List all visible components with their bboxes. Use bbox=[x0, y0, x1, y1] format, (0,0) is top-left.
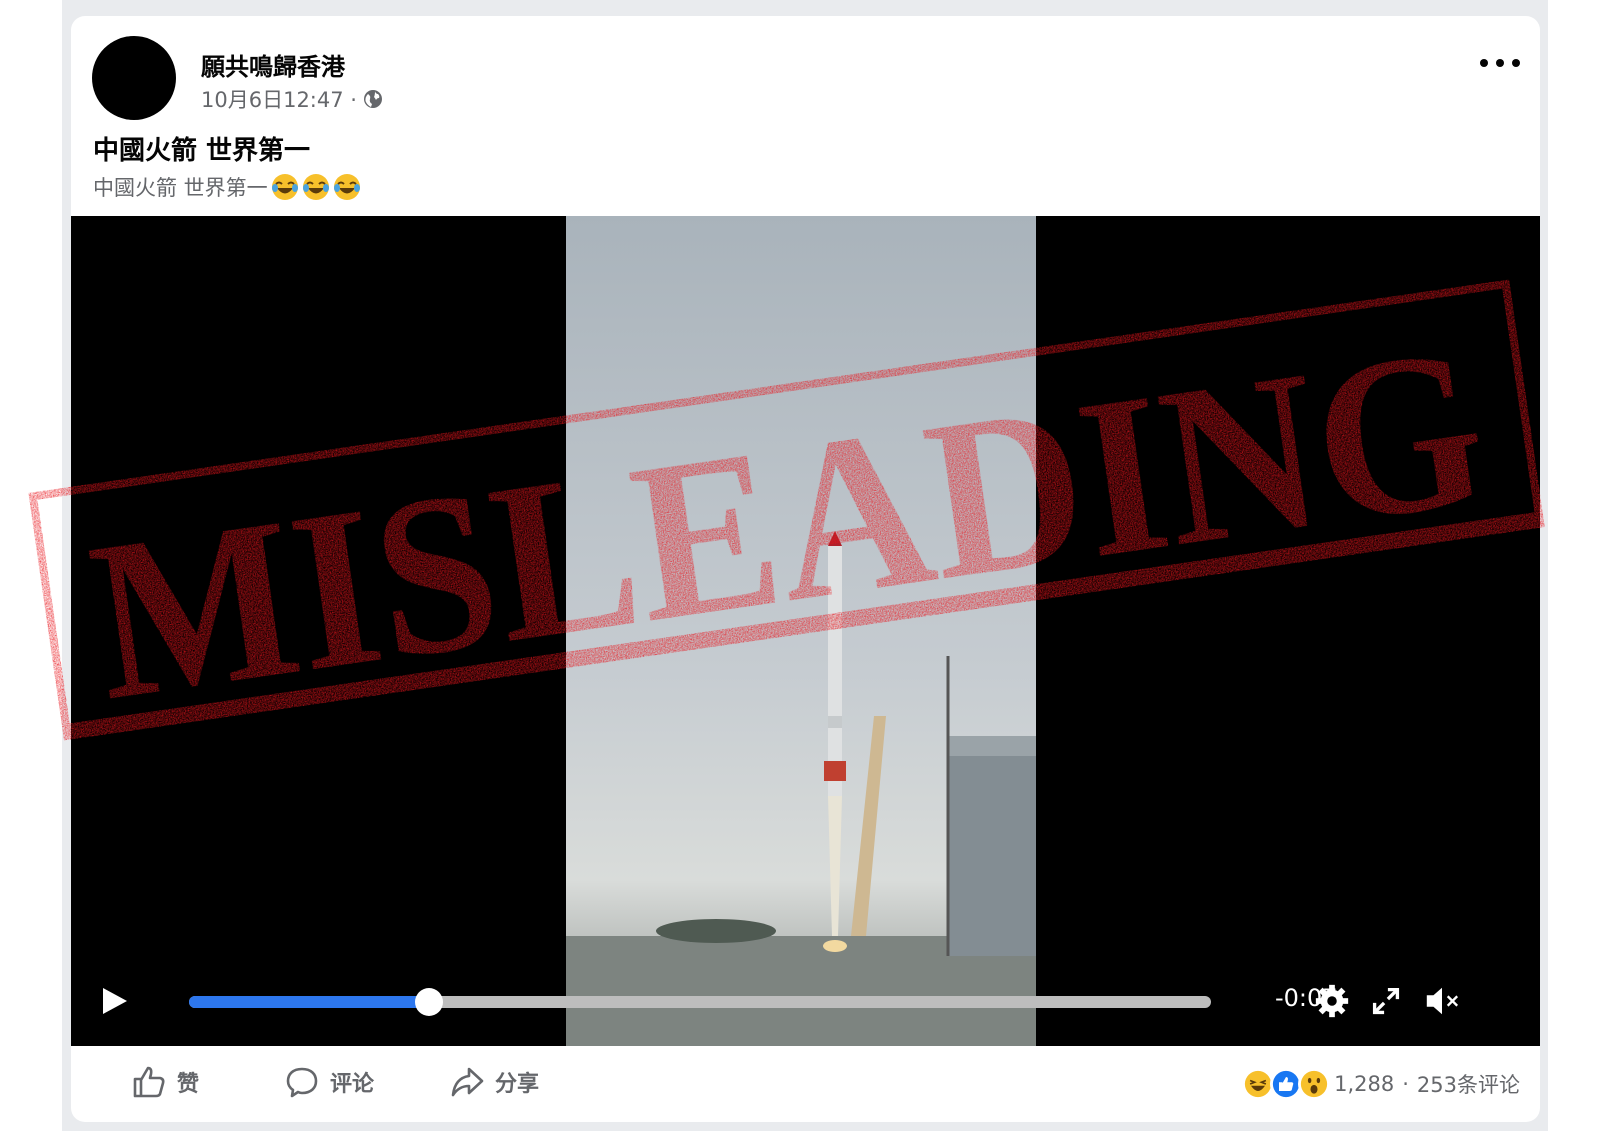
more-icon[interactable] bbox=[1480, 56, 1520, 70]
play-icon[interactable] bbox=[99, 986, 129, 1016]
reaction-summary[interactable]: 1,288 · 253条评论 bbox=[1242, 1068, 1520, 1100]
video-frame bbox=[566, 216, 1036, 1046]
laugh-emoji bbox=[302, 174, 329, 200]
muted-icon[interactable] bbox=[1423, 982, 1461, 1020]
share-label: 分享 bbox=[495, 1072, 540, 1097]
like-button[interactable]: 赞 bbox=[131, 1064, 199, 1100]
reaction-count: 1,288 bbox=[1334, 1072, 1395, 1096]
page-name[interactable]: 願共鳴歸香港 bbox=[201, 47, 345, 82]
reaction-separator: · bbox=[1402, 1072, 1409, 1096]
video-controls: -0:07 bbox=[71, 956, 1540, 1046]
share-icon bbox=[451, 1067, 484, 1097]
comment-button[interactable]: 评论 bbox=[284, 1064, 374, 1100]
laugh-emoji bbox=[271, 174, 298, 200]
share-button[interactable]: 分享 bbox=[449, 1064, 539, 1100]
globe-icon bbox=[363, 90, 382, 108]
comment-count[interactable]: 253条评论 bbox=[1417, 1069, 1520, 1099]
post-timestamp[interactable]: 10月6日12:47 · bbox=[201, 84, 357, 114]
fullscreen-icon[interactable] bbox=[1367, 982, 1405, 1020]
post-text-content: 中國火箭 世界第一 bbox=[93, 176, 268, 200]
wow-reaction-icon bbox=[1298, 1068, 1331, 1100]
avatar[interactable] bbox=[92, 36, 176, 120]
comment-icon bbox=[286, 1067, 318, 1098]
progress-fill bbox=[189, 996, 430, 1008]
progress-knob[interactable] bbox=[415, 988, 444, 1016]
progress-bar[interactable] bbox=[189, 988, 1211, 1016]
post-title: 中國火箭 世界第一 bbox=[93, 136, 311, 166]
post-text: 中國火箭 世界第一 bbox=[93, 172, 361, 202]
post-card: 願共鳴歸香港 10月6日12:47 · 中國火箭 世界第一 中國火箭 世界第一 bbox=[71, 16, 1540, 1122]
like-icon bbox=[133, 1066, 165, 1098]
like-label: 赞 bbox=[177, 1072, 200, 1097]
post-meta: 10月6日12:47 · bbox=[201, 84, 383, 114]
laugh-emoji bbox=[333, 174, 360, 200]
comment-label: 评论 bbox=[330, 1072, 375, 1097]
video-player[interactable]: -0:07 bbox=[71, 216, 1540, 1046]
settings-icon[interactable] bbox=[1313, 982, 1351, 1020]
post-actions: 赞 评论 分享 1,288 · 253条评论 bbox=[71, 1046, 1540, 1122]
